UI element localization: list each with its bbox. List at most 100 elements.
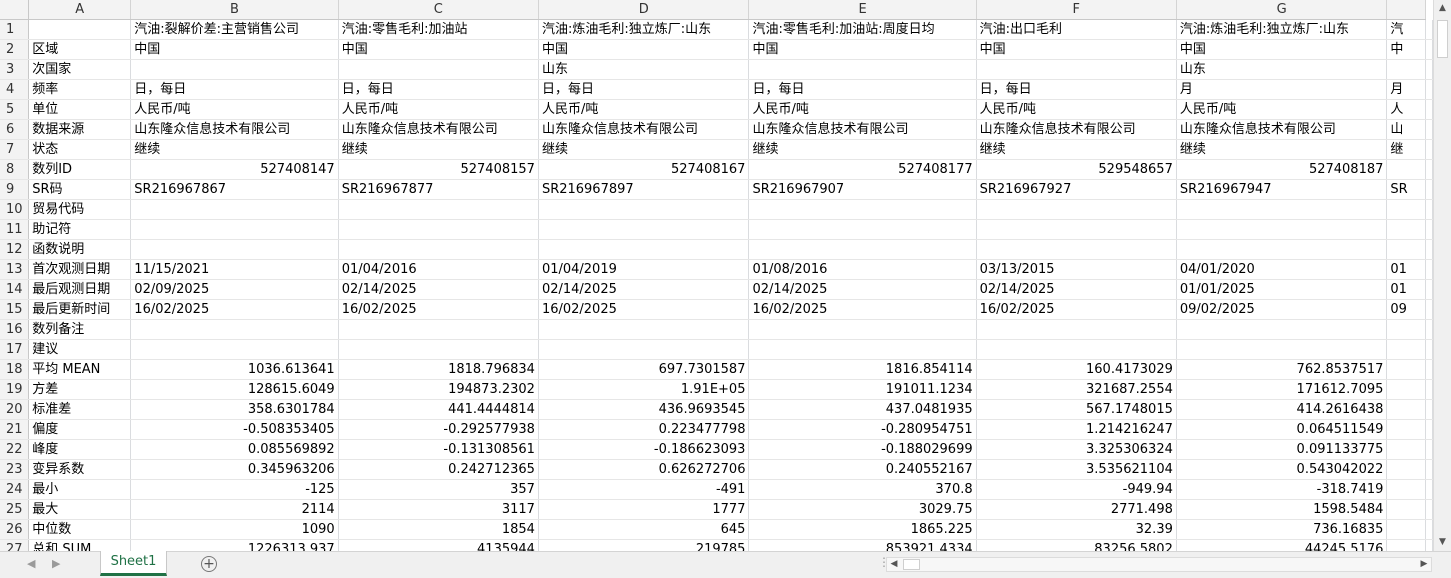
cell[interactable]: 0.240552167 — [748, 459, 977, 480]
cell[interactable] — [538, 219, 750, 240]
cell[interactable]: 日，每日 — [338, 79, 539, 100]
cell-label[interactable]: 最后更新时间 — [28, 299, 132, 320]
cell[interactable]: 321687.2554 — [976, 379, 1177, 400]
cell[interactable] — [130, 339, 339, 360]
cell-label[interactable]: 标准差 — [28, 399, 132, 420]
cell[interactable] — [1386, 519, 1426, 540]
cell-label[interactable]: 平均 MEAN — [28, 359, 132, 380]
cell[interactable]: 01 — [1386, 259, 1426, 280]
cell-label[interactable]: 数列备注 — [28, 319, 132, 340]
cell[interactable] — [1386, 359, 1426, 380]
row-header[interactable]: 14 — [0, 279, 30, 300]
row-header[interactable]: 19 — [0, 379, 30, 400]
cell[interactable] — [1386, 159, 1426, 180]
cell[interactable]: -125 — [130, 479, 339, 500]
scroll-right-icon[interactable]: ▶ — [1417, 558, 1431, 571]
cell-label[interactable]: SR码 — [28, 179, 132, 200]
cell-label[interactable]: 变异系数 — [28, 459, 132, 480]
cell[interactable]: 山 — [1386, 119, 1426, 140]
cell[interactable] — [1425, 159, 1433, 180]
row-header[interactable]: 11 — [0, 219, 30, 240]
cell[interactable]: 09/02/2025 — [1176, 299, 1388, 320]
prev-sheet-icon[interactable]: ◀ — [27, 557, 35, 570]
cell[interactable]: -491 — [538, 479, 750, 500]
cell[interactable]: 736.16835 — [1176, 519, 1388, 540]
cell[interactable] — [1425, 539, 1433, 551]
row-header[interactable]: 22 — [0, 439, 30, 460]
cell[interactable]: 中 — [1386, 39, 1426, 60]
cell[interactable]: 中国 — [538, 39, 750, 60]
cell[interactable]: SR — [1386, 179, 1426, 200]
cell[interactable] — [748, 199, 977, 220]
row-header[interactable]: 26 — [0, 519, 30, 540]
scroll-down-icon[interactable]: ▼ — [1434, 534, 1451, 551]
cell[interactable] — [976, 59, 1177, 80]
cell[interactable]: 继续 — [748, 139, 977, 160]
cell[interactable]: 32.39 — [976, 519, 1177, 540]
cell[interactable] — [1425, 39, 1433, 60]
cell-label[interactable]: 最后观测日期 — [28, 279, 132, 300]
cell-label[interactable]: 状态 — [28, 139, 132, 160]
cell[interactable]: 2114 — [130, 499, 339, 520]
cell[interactable]: -0.131308561 — [338, 439, 539, 460]
cell[interactable]: -949.94 — [976, 479, 1177, 500]
cell[interactable]: 山东隆众信息技术有限公司 — [748, 119, 977, 140]
next-sheet-icon[interactable]: ▶ — [52, 557, 60, 570]
cell[interactable] — [1386, 239, 1426, 260]
cell[interactable]: 0.223477798 — [538, 419, 750, 440]
row-header[interactable]: 17 — [0, 339, 30, 360]
cell[interactable]: SR216967927 — [976, 179, 1177, 200]
cell[interactable]: 3.325306324 — [976, 439, 1177, 460]
cell[interactable]: 汽油:出口毛利 — [976, 19, 1177, 40]
cell-label[interactable]: 区域 — [28, 39, 132, 60]
cell[interactable] — [538, 319, 750, 340]
cell-label[interactable]: 助记符 — [28, 219, 132, 240]
cell[interactable] — [748, 319, 977, 340]
tab-splitter[interactable]: ⋮ — [878, 555, 890, 573]
cell[interactable]: 1.214216247 — [976, 419, 1177, 440]
cell[interactable] — [130, 239, 339, 260]
cell[interactable]: 汽油:炼油毛利:独立炼厂:山东 — [1176, 19, 1388, 40]
cell[interactable]: 0.242712365 — [338, 459, 539, 480]
cell[interactable]: 继续 — [130, 139, 339, 160]
cell[interactable] — [748, 59, 977, 80]
cell[interactable] — [1425, 399, 1433, 420]
cell-label[interactable]: 建议 — [28, 339, 132, 360]
row-header[interactable]: 15 — [0, 299, 30, 320]
cell[interactable]: 02/14/2025 — [338, 279, 539, 300]
cell[interactable] — [1386, 459, 1426, 480]
row-header[interactable]: 2 — [0, 39, 30, 60]
cell[interactable]: 继续 — [338, 139, 539, 160]
cell-label[interactable]: 贸易代码 — [28, 199, 132, 220]
cell[interactable] — [1425, 359, 1433, 380]
cell[interactable] — [130, 219, 339, 240]
cell[interactable]: 567.1748015 — [976, 399, 1177, 420]
cell[interactable]: 1777 — [538, 499, 750, 520]
column-header[interactable]: C — [338, 0, 539, 20]
cell[interactable]: 1865.225 — [748, 519, 977, 540]
cell[interactable]: 山东 — [538, 59, 750, 80]
cell[interactable] — [1386, 219, 1426, 240]
cell[interactable] — [1425, 319, 1433, 340]
cell[interactable]: 697.7301587 — [538, 359, 750, 380]
cell[interactable]: 继 — [1386, 139, 1426, 160]
cell[interactable] — [1425, 439, 1433, 460]
cell[interactable] — [1425, 119, 1433, 140]
column-header[interactable]: D — [538, 0, 750, 20]
cell[interactable]: 人民币/吨 — [976, 99, 1177, 120]
cell[interactable]: 1598.5484 — [1176, 499, 1388, 520]
cell[interactable]: 3.535621104 — [976, 459, 1177, 480]
cell[interactable]: 3117 — [338, 499, 539, 520]
cell[interactable] — [1386, 419, 1426, 440]
cell[interactable]: 436.9693545 — [538, 399, 750, 420]
cell[interactable]: 中国 — [748, 39, 977, 60]
cell[interactable]: 人民币/吨 — [338, 99, 539, 120]
cell[interactable] — [976, 219, 1177, 240]
cell[interactable] — [1425, 279, 1433, 300]
cell[interactable] — [1176, 319, 1388, 340]
row-header[interactable]: 24 — [0, 479, 30, 500]
cell[interactable]: 01 — [1386, 279, 1426, 300]
cell[interactable] — [748, 339, 977, 360]
cell[interactable] — [748, 219, 977, 240]
cell[interactable]: 83256.5802 — [976, 539, 1177, 551]
